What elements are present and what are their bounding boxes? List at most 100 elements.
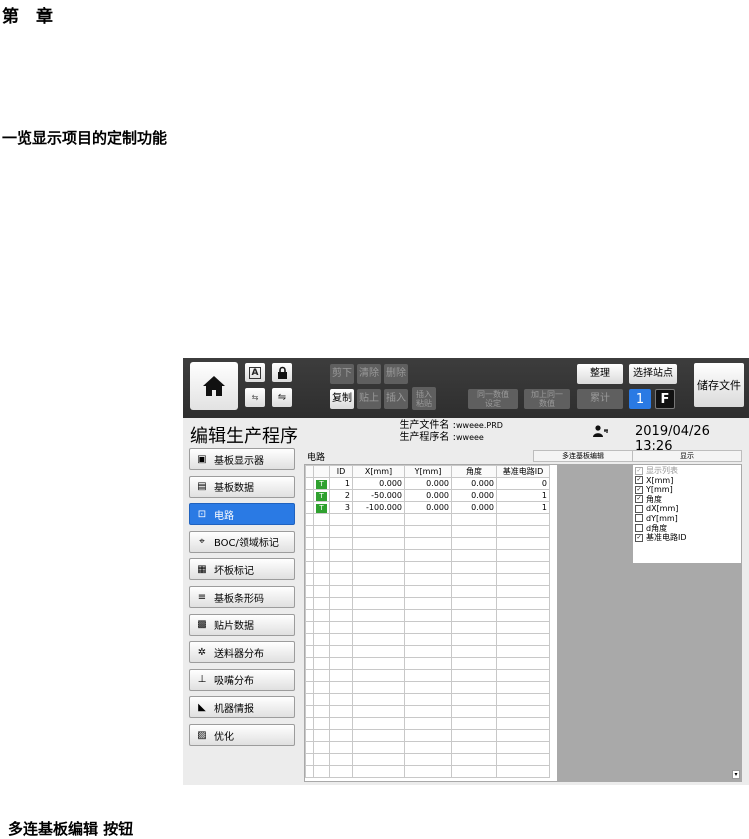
cell-x[interactable] [352,753,405,766]
cell-blank[interactable] [305,501,314,514]
cell-x[interactable] [352,645,405,658]
cell-tag[interactable] [313,549,330,562]
cell-id[interactable]: 1 [329,477,353,490]
cell-angle[interactable] [451,705,497,718]
station-number[interactable]: 1 [629,389,651,409]
sidebar-item-circuit[interactable]: ⊡ 电路 [189,503,295,526]
copy-button[interactable]: 复制 [330,389,354,409]
cell-blank[interactable] [305,705,314,718]
paste-button[interactable]: 贴上 [357,389,381,409]
table-row[interactable] [305,645,550,658]
sidebar-item-boc-mark[interactable]: ⌖ BOC/领域标记 [189,530,295,553]
cell-tag[interactable] [313,525,330,538]
cell-id[interactable]: 2 [329,489,353,502]
cell-ref[interactable] [496,681,550,694]
cell-blank[interactable] [305,657,314,670]
table-row[interactable] [305,693,550,706]
cell-y[interactable] [404,693,452,706]
table-row[interactable]: T 2 -50.000 0.000 0.000 1 [305,489,550,502]
cell-tag[interactable] [313,681,330,694]
table-row[interactable] [305,537,550,550]
cell-angle[interactable] [451,693,497,706]
cell-id[interactable]: 3 [329,501,353,514]
home-button[interactable] [190,362,238,410]
cell-ref[interactable]: 1 [496,501,550,514]
table-row[interactable] [305,717,550,730]
display-option-checkbox[interactable]: ✓ 基准电路ID [633,533,741,543]
cell-x[interactable] [352,537,405,550]
cell-y[interactable] [404,657,452,670]
cell-ref[interactable] [496,705,550,718]
cell-tag[interactable] [313,645,330,658]
table-row[interactable] [305,585,550,598]
cell-id[interactable] [329,597,353,610]
cell-ref[interactable]: 1 [496,489,550,502]
cell-id[interactable] [329,609,353,622]
cell-ref[interactable]: 0 [496,477,550,490]
cell-ref[interactable] [496,597,550,610]
cell-tag[interactable] [313,717,330,730]
cell-ref[interactable] [496,765,550,778]
cell-id[interactable] [329,717,353,730]
cell-x[interactable] [352,681,405,694]
cell-y[interactable] [404,537,452,550]
sidebar-item-machine-info[interactable]: ◣ 机器情报 [189,696,295,719]
table-row[interactable] [305,765,550,778]
sidebar-item-board-display[interactable]: ▣ 基板显示器 [189,448,295,470]
cell-id[interactable] [329,537,353,550]
select-station-button[interactable]: 选择站点 [629,364,677,384]
table-row[interactable] [305,669,550,682]
cell-blank[interactable] [305,525,314,538]
cell-angle[interactable] [451,525,497,538]
cell-y[interactable]: 0.000 [404,489,452,502]
accumulate-button[interactable]: 累计 [577,389,623,409]
cell-id[interactable] [329,561,353,574]
cell-angle[interactable] [451,645,497,658]
station-letter[interactable]: F [655,389,675,409]
cell-ref[interactable] [496,645,550,658]
cell-id[interactable] [329,513,353,526]
cell-angle[interactable] [451,585,497,598]
cell-x[interactable] [352,621,405,634]
table-row[interactable] [305,597,550,610]
cut-button[interactable]: 剪下 [330,364,354,384]
display-option-checkbox[interactable]: d角度 [633,524,741,534]
cell-y[interactable] [404,597,452,610]
cell-x[interactable] [352,633,405,646]
cell-blank[interactable] [305,585,314,598]
cell-tag[interactable] [313,633,330,646]
cell-angle[interactable]: 0.000 [451,489,497,502]
cell-blank[interactable] [305,597,314,610]
cell-x[interactable] [352,729,405,742]
table-row[interactable] [305,561,550,574]
cell-y[interactable] [404,669,452,682]
cell-x[interactable] [352,549,405,562]
cell-id[interactable] [329,549,353,562]
sidebar-item-feeder[interactable]: ✲ 送料器分布 [189,641,295,664]
cell-ref[interactable] [496,657,550,670]
cell-angle[interactable]: 0.000 [451,501,497,514]
cell-tag[interactable] [313,765,330,778]
cell-id[interactable] [329,621,353,634]
cell-x[interactable] [352,657,405,670]
cell-id[interactable] [329,573,353,586]
cell-blank[interactable] [305,729,314,742]
multi-board-edit-button[interactable]: 多连基板编辑 [533,450,633,462]
cell-angle[interactable] [451,741,497,754]
cell-id[interactable] [329,645,353,658]
cell-tag[interactable] [313,573,330,586]
cell-y[interactable] [404,681,452,694]
cell-tag[interactable] [313,693,330,706]
cell-y[interactable] [404,561,452,574]
cell-angle[interactable] [451,765,497,778]
cell-blank[interactable] [305,561,314,574]
table-row[interactable] [305,741,550,754]
cell-id[interactable] [329,729,353,742]
cell-x[interactable] [352,573,405,586]
cell-x[interactable]: -100.000 [352,501,405,514]
cell-tag[interactable] [313,729,330,742]
cell-x[interactable] [352,561,405,574]
cell-ref[interactable] [496,561,550,574]
cell-blank[interactable] [305,741,314,754]
cell-ref[interactable] [496,549,550,562]
